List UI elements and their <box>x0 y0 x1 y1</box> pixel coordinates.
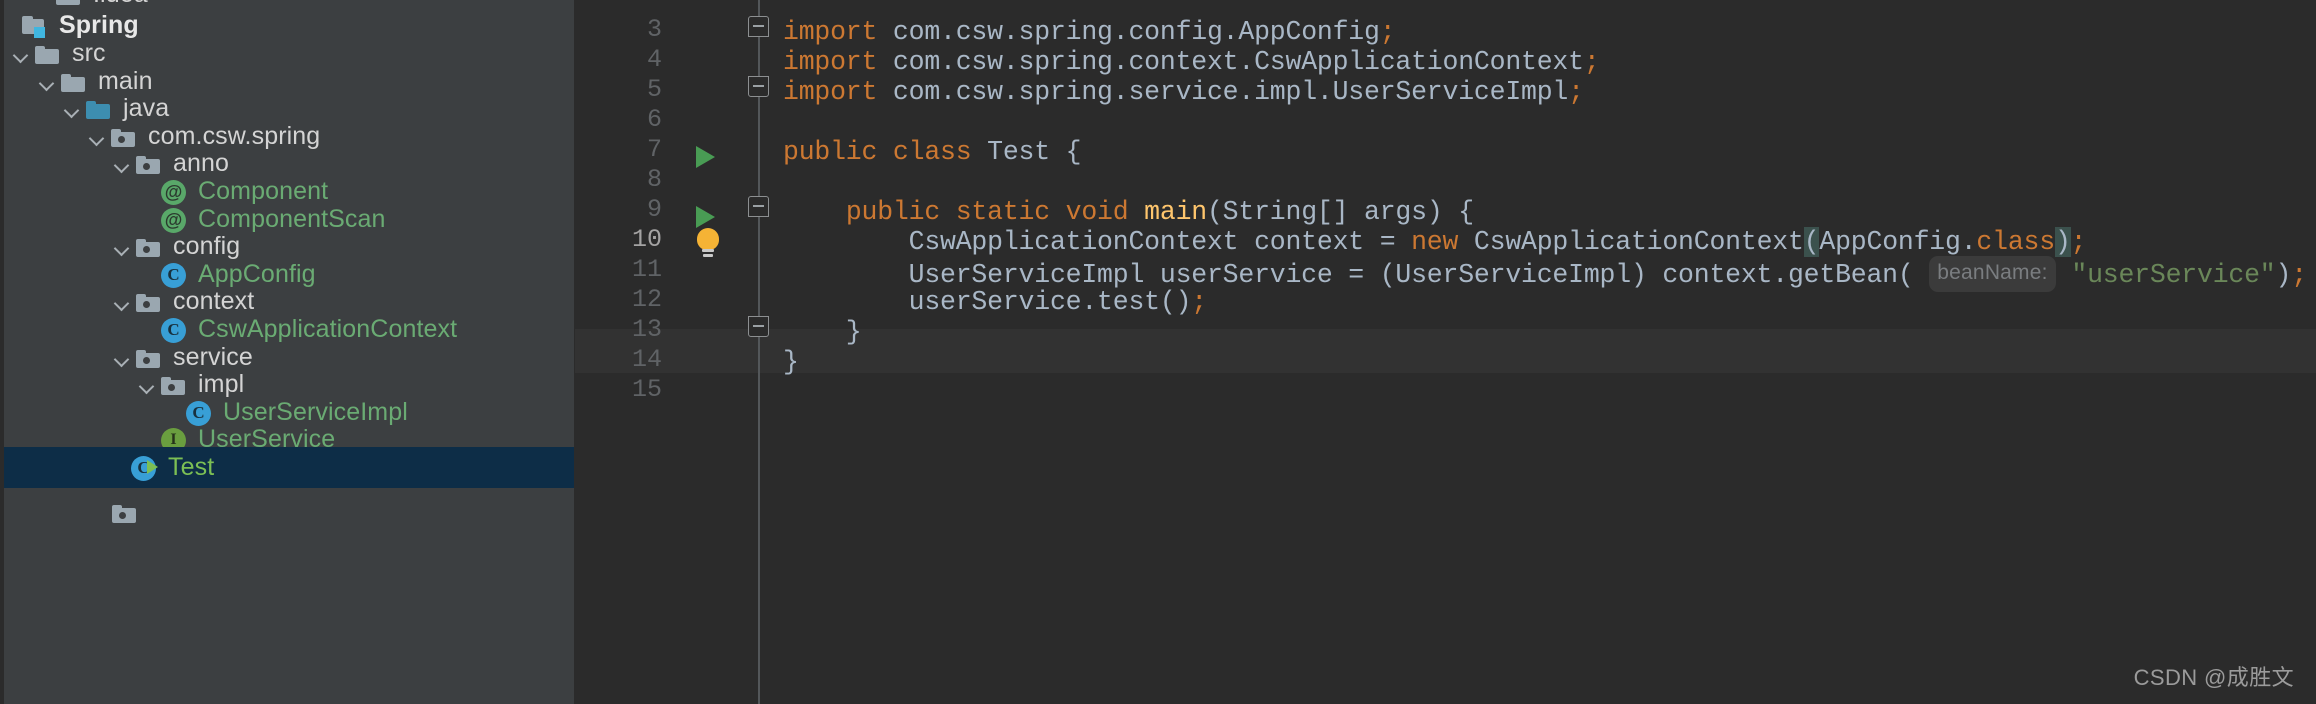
run-method-gutter-icon[interactable] <box>696 206 715 228</box>
parameter-name-hint: beanName: <box>1929 256 2056 292</box>
line-number: 9 <box>646 195 662 224</box>
csdn-watermark: CSDN @成胜文 <box>2133 665 2294 690</box>
editor-area[interactable]: 2 3 4 5 6 7 8 9 10 11 12 13 14 15 <box>575 0 2316 704</box>
code-text-area[interactable]: import com.csw.spring.config.AppConfig; … <box>783 0 2316 704</box>
code-line-14: } <box>783 347 799 377</box>
line-number: 8 <box>646 165 662 194</box>
run-class-gutter-icon[interactable] <box>696 146 715 168</box>
code-line-7: public class Test { <box>783 137 1082 167</box>
line-number: 4 <box>646 45 662 74</box>
line-number: 5 <box>646 75 662 104</box>
line-number: 13 <box>631 315 662 344</box>
line-number-active: 10 <box>631 225 662 254</box>
line-number: 7 <box>646 135 662 164</box>
line-number: 15 <box>631 375 662 404</box>
code-line-10: CswApplicationContext context = new CswA… <box>783 227 2087 257</box>
line-number-gutter: 2 3 4 5 6 7 8 9 10 11 12 13 14 15 <box>575 0 680 704</box>
fold-collapse-icon[interactable] <box>748 16 769 37</box>
runnable-class-icon: C <box>129 453 159 483</box>
intention-bulb-icon[interactable] <box>694 228 722 257</box>
tree-item-label: Test <box>168 453 215 481</box>
code-line-5: import com.csw.spring.service.impl.UserS… <box>783 77 1584 107</box>
line-number: 12 <box>631 285 662 314</box>
line-number: 3 <box>646 15 662 44</box>
tree-item-clipped-bottom[interactable] <box>4 492 574 533</box>
fold-collapse-icon[interactable] <box>748 196 769 217</box>
code-line-4: import com.csw.spring.context.CswApplica… <box>783 47 1600 77</box>
code-line-9: public static void main(String[] args) { <box>845 197 1474 227</box>
line-number: 11 <box>631 255 662 284</box>
code-line-12: userService.test(); <box>783 287 1208 317</box>
fold-markers[interactable] <box>735 0 783 704</box>
line-number: 6 <box>646 105 662 134</box>
line-number: 2 <box>647 0 662 6</box>
line-number: 14 <box>631 345 662 374</box>
project-tool-window[interactable]: .idea Spring src main java <box>0 0 575 704</box>
code-line-3: import com.csw.spring.config.AppConfig; <box>783 17 1396 47</box>
tree-item-test[interactable]: C Test <box>4 447 574 488</box>
package-icon <box>110 498 140 528</box>
code-line-13: } <box>783 317 862 347</box>
ide-window: .idea Spring src main java <box>0 0 2316 704</box>
gutter-icon-column[interactable] <box>680 0 735 704</box>
fold-collapse-icon[interactable] <box>748 316 769 337</box>
fold-collapse-icon[interactable] <box>748 76 769 97</box>
